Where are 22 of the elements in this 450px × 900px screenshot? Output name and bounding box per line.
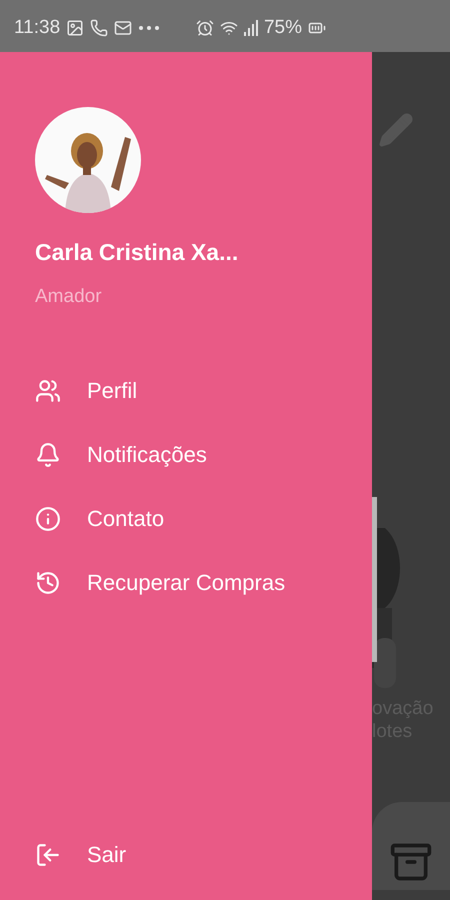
logout-icon bbox=[35, 842, 61, 868]
battery-percent: 75% bbox=[264, 17, 302, 39]
status-time: 11:38 bbox=[14, 17, 60, 39]
menu-item[interactable]: Perfil bbox=[35, 368, 372, 414]
wifi-icon bbox=[220, 19, 238, 37]
alarm-icon bbox=[196, 19, 214, 37]
menu-item[interactable]: Recuperar Compras bbox=[35, 560, 372, 606]
info-icon bbox=[35, 506, 61, 532]
menu-item[interactable]: Contato bbox=[35, 496, 372, 542]
image-icon bbox=[66, 19, 84, 37]
user-level: Amador bbox=[35, 286, 103, 308]
menu-item[interactable]: Notificações bbox=[35, 432, 372, 478]
mail-icon bbox=[114, 19, 132, 37]
phone-icon bbox=[90, 19, 108, 37]
history-icon bbox=[35, 570, 61, 596]
pencil-icon[interactable] bbox=[378, 112, 414, 148]
bell-icon bbox=[35, 442, 61, 468]
people-icon bbox=[35, 378, 61, 404]
signal-icon bbox=[244, 20, 258, 36]
more-icon bbox=[138, 25, 160, 31]
logout-item[interactable]: Sair bbox=[35, 832, 372, 878]
user-name: Carla Cristina Xa... bbox=[35, 239, 240, 266]
